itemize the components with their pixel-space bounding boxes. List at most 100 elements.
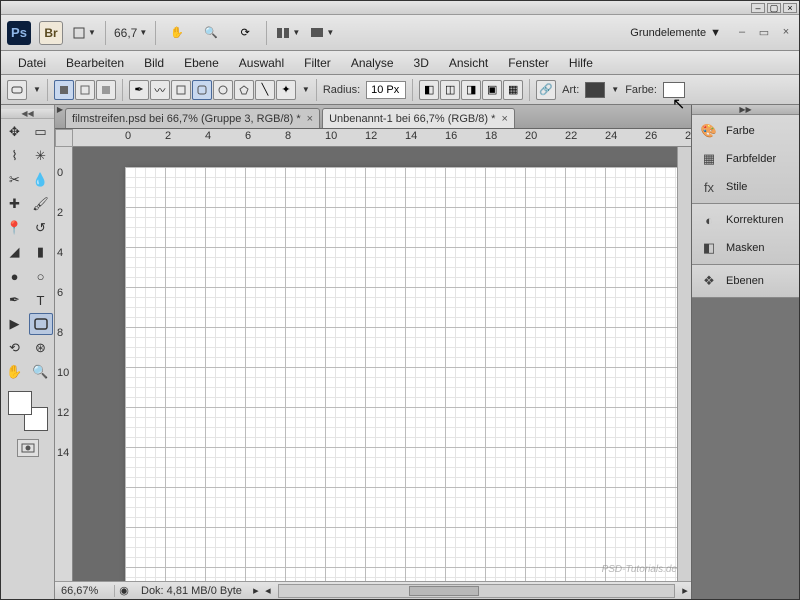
menu-analyse[interactable]: Analyse xyxy=(342,53,403,73)
link-style-icon[interactable]: 🔗 xyxy=(536,80,556,100)
menu-hilfe[interactable]: Hilfe xyxy=(560,53,602,73)
hscroll-right-arrow[interactable]: ▸ xyxy=(679,584,691,597)
menu-fenster[interactable]: Fenster xyxy=(499,53,558,73)
ellipse-shape[interactable] xyxy=(213,80,233,100)
screen-mode-dropdown[interactable]: ▼ xyxy=(309,21,335,45)
document-tab[interactable]: Unbenannt-1 bei 66,7% (RGB/8) *× xyxy=(322,108,515,128)
hand-tool-button[interactable]: ✋ xyxy=(164,21,190,45)
move-tool[interactable]: ✥ xyxy=(3,121,27,143)
window-close-button[interactable]: × xyxy=(783,3,797,13)
rectangle-shape[interactable] xyxy=(171,80,191,100)
shape-layers-mode[interactable] xyxy=(54,80,74,100)
panel-ebenen[interactable]: ❖Ebenen xyxy=(692,267,799,295)
horizontal-scrollbar[interactable] xyxy=(278,584,675,598)
tool-preset-picker[interactable] xyxy=(7,80,27,100)
lasso-tool[interactable]: ⌇ xyxy=(3,145,27,167)
scrollbar-thumb[interactable] xyxy=(409,586,479,596)
toolbox-collapse-button[interactable]: ◀◀ xyxy=(1,109,54,119)
menu-bearbeiten[interactable]: Bearbeiten xyxy=(57,53,133,73)
subtract-from-shape[interactable]: ◨ xyxy=(461,80,481,100)
hscroll-left-arrow[interactable]: ◂ xyxy=(262,584,274,597)
custom-shape[interactable]: ✦ xyxy=(276,80,296,100)
app-restore-button[interactable]: ▭ xyxy=(757,26,771,40)
menu-filter[interactable]: Filter xyxy=(295,53,340,73)
new-shape-layer[interactable]: ◧ xyxy=(419,80,439,100)
vertical-scrollbar[interactable] xyxy=(677,147,691,581)
fill-pixels-mode[interactable] xyxy=(96,80,116,100)
clone-stamp-tool[interactable]: 📍 xyxy=(3,217,27,239)
exclude-shape[interactable]: ▦ xyxy=(503,80,523,100)
status-docinfo[interactable]: Dok: 4,81 MB/0 Byte xyxy=(133,585,250,597)
status-menu-arrow[interactable]: ▸ xyxy=(250,584,262,597)
quick-mask-button[interactable] xyxy=(17,439,39,457)
panel-collapse-button[interactable]: ▶▶ xyxy=(692,105,799,115)
menu-datei[interactable]: Datei xyxy=(9,53,55,73)
tab-close-icon[interactable]: × xyxy=(501,113,507,125)
fill-color-swatch[interactable] xyxy=(663,82,685,98)
ruler-tick: 14 xyxy=(405,130,417,142)
marquee-tool[interactable]: ▭ xyxy=(29,121,53,143)
menu-ansicht[interactable]: Ansicht xyxy=(440,53,497,73)
panel-farbe[interactable]: 🎨Farbe xyxy=(692,117,799,145)
polygon-shape[interactable] xyxy=(234,80,254,100)
canvas[interactable]: PSD-Tutorials.de xyxy=(73,147,691,581)
workspace-switcher[interactable]: Grundelemente ▼ xyxy=(624,25,727,41)
panel-farbfelder[interactable]: ▦Farbfelder xyxy=(692,145,799,173)
panel-stile[interactable]: fxStile xyxy=(692,173,799,201)
ruler-origin[interactable] xyxy=(55,129,73,147)
vertical-ruler[interactable]: 02468101214 xyxy=(55,147,73,581)
intersect-shape[interactable]: ▣ xyxy=(482,80,502,100)
pen-shape[interactable]: ✒ xyxy=(129,80,149,100)
hand-tool[interactable]: ✋ xyxy=(3,361,27,383)
eyedropper-tool[interactable]: 💧 xyxy=(29,169,53,191)
bridge-launch-button[interactable]: Br xyxy=(39,21,63,45)
pen-tool[interactable]: ✒ xyxy=(3,289,27,311)
color-picker[interactable] xyxy=(8,391,48,431)
path-select-tool[interactable]: ▶ xyxy=(3,313,27,335)
healing-brush-tool[interactable]: ✚ xyxy=(3,193,27,215)
add-to-shape[interactable]: ◫ xyxy=(440,80,460,100)
foreground-color-swatch[interactable] xyxy=(8,391,32,415)
zoom-tool[interactable]: 🔍 xyxy=(29,361,53,383)
radius-input[interactable] xyxy=(366,81,406,99)
style-swatch[interactable] xyxy=(585,82,605,98)
line-shape[interactable]: ╲ xyxy=(255,80,275,100)
paths-mode[interactable] xyxy=(75,80,95,100)
menu-ebene[interactable]: Ebene xyxy=(175,53,228,73)
document-page[interactable] xyxy=(125,167,681,581)
panel-masken[interactable]: ◧Masken xyxy=(692,234,799,262)
status-zoom[interactable]: 66,67% xyxy=(55,585,115,597)
rounded-rectangle-shape[interactable] xyxy=(192,80,212,100)
app-minimize-button[interactable]: – xyxy=(735,26,749,40)
blur-tool[interactable]: ● xyxy=(3,265,27,287)
panel-collapse-left[interactable]: ▶ xyxy=(55,105,65,128)
3d-rotate-tool[interactable]: ⟲ xyxy=(3,337,27,359)
tab-close-icon[interactable]: × xyxy=(307,113,313,125)
brush-tool[interactable]: 🖌 xyxy=(29,193,53,215)
document-tab[interactable]: filmstreifen.psd bei 66,7% (Gruppe 3, RG… xyxy=(65,108,320,128)
status-preview-icon[interactable]: ◉ xyxy=(115,584,133,597)
type-tool[interactable]: T xyxy=(29,289,53,311)
dodge-tool[interactable]: ○ xyxy=(29,265,53,287)
shape-tool[interactable] xyxy=(29,313,53,335)
app-close-button[interactable]: × xyxy=(779,26,793,40)
menu-3d[interactable]: 3D xyxy=(405,53,438,73)
menu-auswahl[interactable]: Auswahl xyxy=(230,53,293,73)
window-maximize-button[interactable]: ▢ xyxy=(767,3,781,13)
freeform-pen-shape[interactable]: 〰 xyxy=(150,80,170,100)
view-extras-dropdown[interactable]: ▼ xyxy=(71,21,97,45)
window-minimize-button[interactable]: – xyxy=(751,3,765,13)
history-brush-tool[interactable]: ↺ xyxy=(29,217,53,239)
horizontal-ruler[interactable]: 0246810121416182022242628 xyxy=(73,129,691,147)
zoom-tool-button[interactable]: 🔍 xyxy=(198,21,224,45)
quick-select-tool[interactable]: ✳ xyxy=(29,145,53,167)
menu-bild[interactable]: Bild xyxy=(135,53,173,73)
zoom-level-dropdown[interactable]: 66,7 ▼ xyxy=(114,26,147,40)
arrange-documents-dropdown[interactable]: ▼ xyxy=(275,21,301,45)
crop-tool[interactable]: ✂ xyxy=(3,169,27,191)
eraser-tool[interactable]: ◢ xyxy=(3,241,27,263)
rotate-view-button[interactable]: ⟳ xyxy=(232,21,258,45)
gradient-tool[interactable]: ▮ xyxy=(29,241,53,263)
3d-orbit-tool[interactable]: ⊛ xyxy=(29,337,53,359)
panel-korrekturen[interactable]: ◐Korrekturen xyxy=(692,206,799,234)
